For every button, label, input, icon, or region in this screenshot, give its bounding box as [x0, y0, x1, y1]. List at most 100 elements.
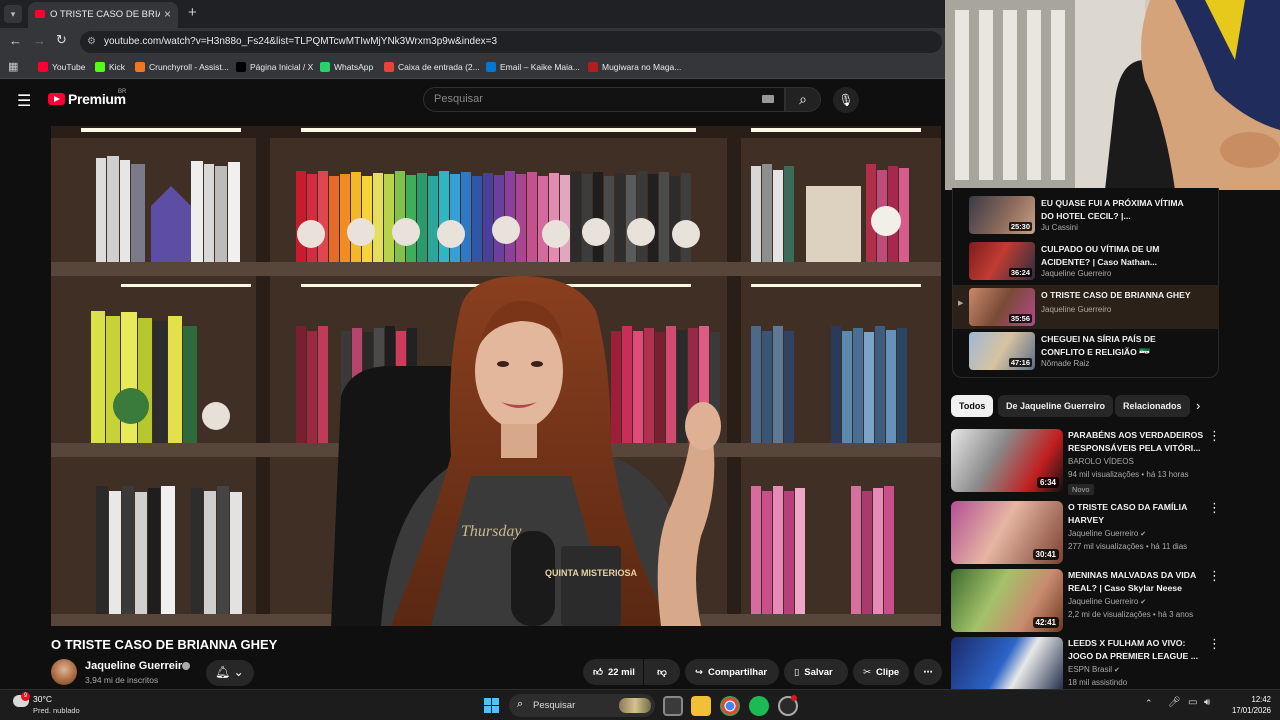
- like-button[interactable]: 👍︎ 22 mil: [583, 659, 643, 685]
- forward-arrow-icon[interactable]: →: [33, 33, 46, 48]
- notification-bell-button[interactable]: 🔔︎ ⌄: [206, 660, 254, 686]
- playlist-item[interactable]: 25:30 EU QUASE FUI A PRÓXIMA VÍTIMA DO HO…: [953, 193, 1219, 237]
- more-vertical-icon[interactable]: ⋮: [1208, 637, 1221, 650]
- playlist-item[interactable]: 47:16 CHEGUEI NA SÍRIA PAÍS DE CONFLITO E…: [953, 329, 1219, 373]
- bookmark-item[interactable]: Mugiwara no Maga...: [588, 60, 681, 74]
- playlist-item[interactable]: ▶ 35:56 O TRISTE CASO DE BRIANNA GHEY Jaque…: [953, 285, 1219, 329]
- save-button[interactable]: ▯ Salvar: [784, 659, 848, 685]
- forecast[interactable]: Pred. nublado: [33, 706, 80, 715]
- playlist-thumbnail[interactable]: 35:56: [969, 288, 1035, 326]
- recommended-video[interactable]: 42:41 MENINAS MALVADAS DA VIDA REAL? | Ca…: [951, 569, 1231, 635]
- recommended-video[interactable]: 30:41 O TRISTE CASO DA FAMÍLIA HARVEY Jaqu…: [951, 501, 1231, 567]
- file-explorer-icon[interactable]: [691, 696, 711, 716]
- recommended-channel[interactable]: ESPN Brasil ✔: [1068, 665, 1120, 674]
- notification-dot: [791, 695, 797, 701]
- close-tab-icon[interactable]: ×: [164, 7, 171, 21]
- verified-icon: ✔: [1112, 667, 1120, 674]
- duration-badge: 42:41: [1032, 617, 1059, 628]
- network-icon[interactable]: ▭: [1188, 697, 1197, 708]
- more-vertical-icon[interactable]: ⋮: [1208, 429, 1221, 442]
- playlist-item-title[interactable]: O TRISTE CASO DE BRIANNA GHEY: [1041, 289, 1191, 302]
- voice-search-button[interactable]: 🎙: [833, 87, 859, 113]
- channel-avatar[interactable]: [51, 659, 77, 685]
- microphone-icon[interactable]: 🎤︎: [1168, 697, 1181, 708]
- more-vertical-icon[interactable]: ⋮: [1208, 501, 1221, 514]
- subscriber-count: 3,94 mi de inscritos: [85, 675, 159, 685]
- volume-icon[interactable]: 🔊︎: [1204, 697, 1210, 708]
- spotify-icon[interactable]: [749, 696, 769, 716]
- playlist-item-title[interactable]: EU QUASE FUI A PRÓXIMA VÍTIMA DO HOTEL C…: [1041, 197, 1191, 223]
- bookmark-label: Email – Kaike Maia...: [500, 62, 580, 72]
- bookmark-item[interactable]: YouTube: [38, 60, 85, 74]
- clip-button[interactable]: ✂ Clipe: [853, 659, 909, 685]
- clock[interactable]: 12:42 17/01/2026: [1225, 694, 1271, 716]
- bookmark-item[interactable]: Página Inicial / X: [236, 60, 313, 74]
- recommended-title[interactable]: O TRISTE CASO DA FAMÍLIA HARVEY: [1068, 501, 1208, 527]
- webcam-frame: [945, 0, 1280, 190]
- dislike-button[interactable]: 👎︎: [644, 659, 680, 685]
- playlist-item[interactable]: 36:24 CULPADO OU VÍTIMA DE UM ACIDENTE? |…: [953, 239, 1219, 283]
- more-actions-button[interactable]: ⋯: [914, 659, 942, 685]
- video-thumbnail[interactable]: 30:41: [951, 501, 1063, 564]
- chip-channel[interactable]: De Jaqueline Guerreiro: [998, 395, 1114, 417]
- playlist-thumbnail[interactable]: 36:24: [969, 242, 1035, 280]
- chevron-right-icon[interactable]: ›: [1196, 398, 1200, 413]
- task-view-icon[interactable]: [663, 696, 683, 716]
- chrome-icon[interactable]: [720, 696, 740, 716]
- verified-icon: ✔: [1138, 531, 1147, 538]
- tab-youtube[interactable]: O TRISTE CASO DE BRIANNA G ×: [28, 2, 178, 28]
- playlist-item-title[interactable]: CULPADO OU VÍTIMA DE UM ACIDENTE? | Caso…: [1041, 243, 1191, 269]
- bookmark-item[interactable]: Caixa de entrada (2...: [384, 60, 480, 74]
- new-tab-button[interactable]: +: [188, 4, 197, 21]
- share-label: Compartilhar: [707, 666, 768, 678]
- bookmark-label: Mugiwara no Maga...: [602, 62, 682, 72]
- playlist-item-title[interactable]: CHEGUEI NA SÍRIA PAÍS DE CONFLITO E RELI…: [1041, 333, 1191, 359]
- now-playing-icon: ▶: [958, 300, 964, 307]
- address-bar[interactable]: ⚙ youtube.com/watch?v=H3n88o_Fs24&list=T…: [80, 31, 942, 53]
- temperature[interactable]: 30°C: [33, 694, 52, 704]
- taskbar-search[interactable]: ⌕ Pesquisar: [509, 694, 655, 717]
- bookmark-item[interactable]: Email – Kaike Maia...: [486, 60, 580, 74]
- chevron-up-icon[interactable]: ⌃: [1145, 698, 1153, 709]
- tab-search-button[interactable]: ▾: [4, 5, 22, 23]
- recommended-channel[interactable]: Jaqueline Guerreiro ✔: [1068, 529, 1146, 538]
- bookmark-item[interactable]: WhatsApp: [320, 60, 373, 74]
- channel-label: ESPN Brasil: [1068, 665, 1113, 674]
- apps-grid-icon[interactable]: ▦: [8, 60, 18, 73]
- menu-icon[interactable]: ☰: [17, 91, 31, 111]
- chevron-down-icon: ⌄: [233, 665, 244, 679]
- back-arrow-icon[interactable]: ←: [9, 33, 22, 48]
- tab-strip: ▾ O TRISTE CASO DE BRIANNA G × +: [0, 0, 945, 28]
- channel-name[interactable]: Jaqueline Guerreiro: [85, 660, 189, 672]
- playlist-thumbnail[interactable]: 47:16: [969, 332, 1035, 370]
- share-icon: ↪: [695, 666, 703, 678]
- weather-badge: 9: [21, 692, 30, 701]
- keyboard-icon[interactable]: [762, 95, 774, 103]
- video-thumbnail[interactable]: 6:34: [951, 429, 1063, 492]
- search-button[interactable]: ⌕: [785, 87, 821, 112]
- recommended-title[interactable]: LEEDS X FULHAM AO VIVO: JOGO DA PREMIER …: [1068, 637, 1208, 663]
- chip-todos[interactable]: Todos: [951, 395, 994, 417]
- site-info-icon[interactable]: ⚙: [87, 36, 96, 47]
- bookmark-item[interactable]: Kick: [95, 60, 125, 74]
- recommended-title[interactable]: PARABÉNS AOS VERDADEIROS RESPONSÁVEIS PE…: [1068, 429, 1208, 455]
- more-vertical-icon[interactable]: ⋮: [1208, 569, 1221, 582]
- duration-badge: 30:41: [1032, 549, 1059, 560]
- recommended-video[interactable]: 6:34 PARABÉNS AOS VERDADEIROS RESPONSÁVEI…: [951, 429, 1231, 495]
- playlist-thumbnail[interactable]: 25:30: [969, 196, 1035, 234]
- bookmark-icon: ▯: [794, 666, 800, 678]
- bookmark-item[interactable]: Crunchyroll - Assist...: [135, 60, 229, 74]
- share-button[interactable]: ↪ Compartilhar: [685, 659, 779, 685]
- video-thumbnail[interactable]: 42:41: [951, 569, 1063, 632]
- recommended-channel[interactable]: BAROLO VÍDEOS: [1068, 457, 1134, 466]
- chip-related[interactable]: Relacionados: [1115, 395, 1190, 417]
- reload-icon[interactable]: ↻: [56, 32, 67, 48]
- video-player[interactable]: QUINTA MISTERIOSA Thursday: [51, 126, 941, 626]
- start-button[interactable]: [484, 698, 499, 713]
- taskbar-search-text: Pesquisar: [533, 700, 576, 711]
- url-text[interactable]: youtube.com/watch?v=H3n88o_Fs24&list=TLP…: [104, 36, 497, 47]
- search-input[interactable]: Pesquisar: [423, 87, 785, 112]
- recommended-channel[interactable]: Jaqueline Guerreiro ✔: [1068, 597, 1146, 606]
- bookmark-label: Kick: [109, 62, 126, 72]
- recommended-title[interactable]: MENINAS MALVADAS DA VIDA REAL? | Caso Sk…: [1068, 569, 1208, 595]
